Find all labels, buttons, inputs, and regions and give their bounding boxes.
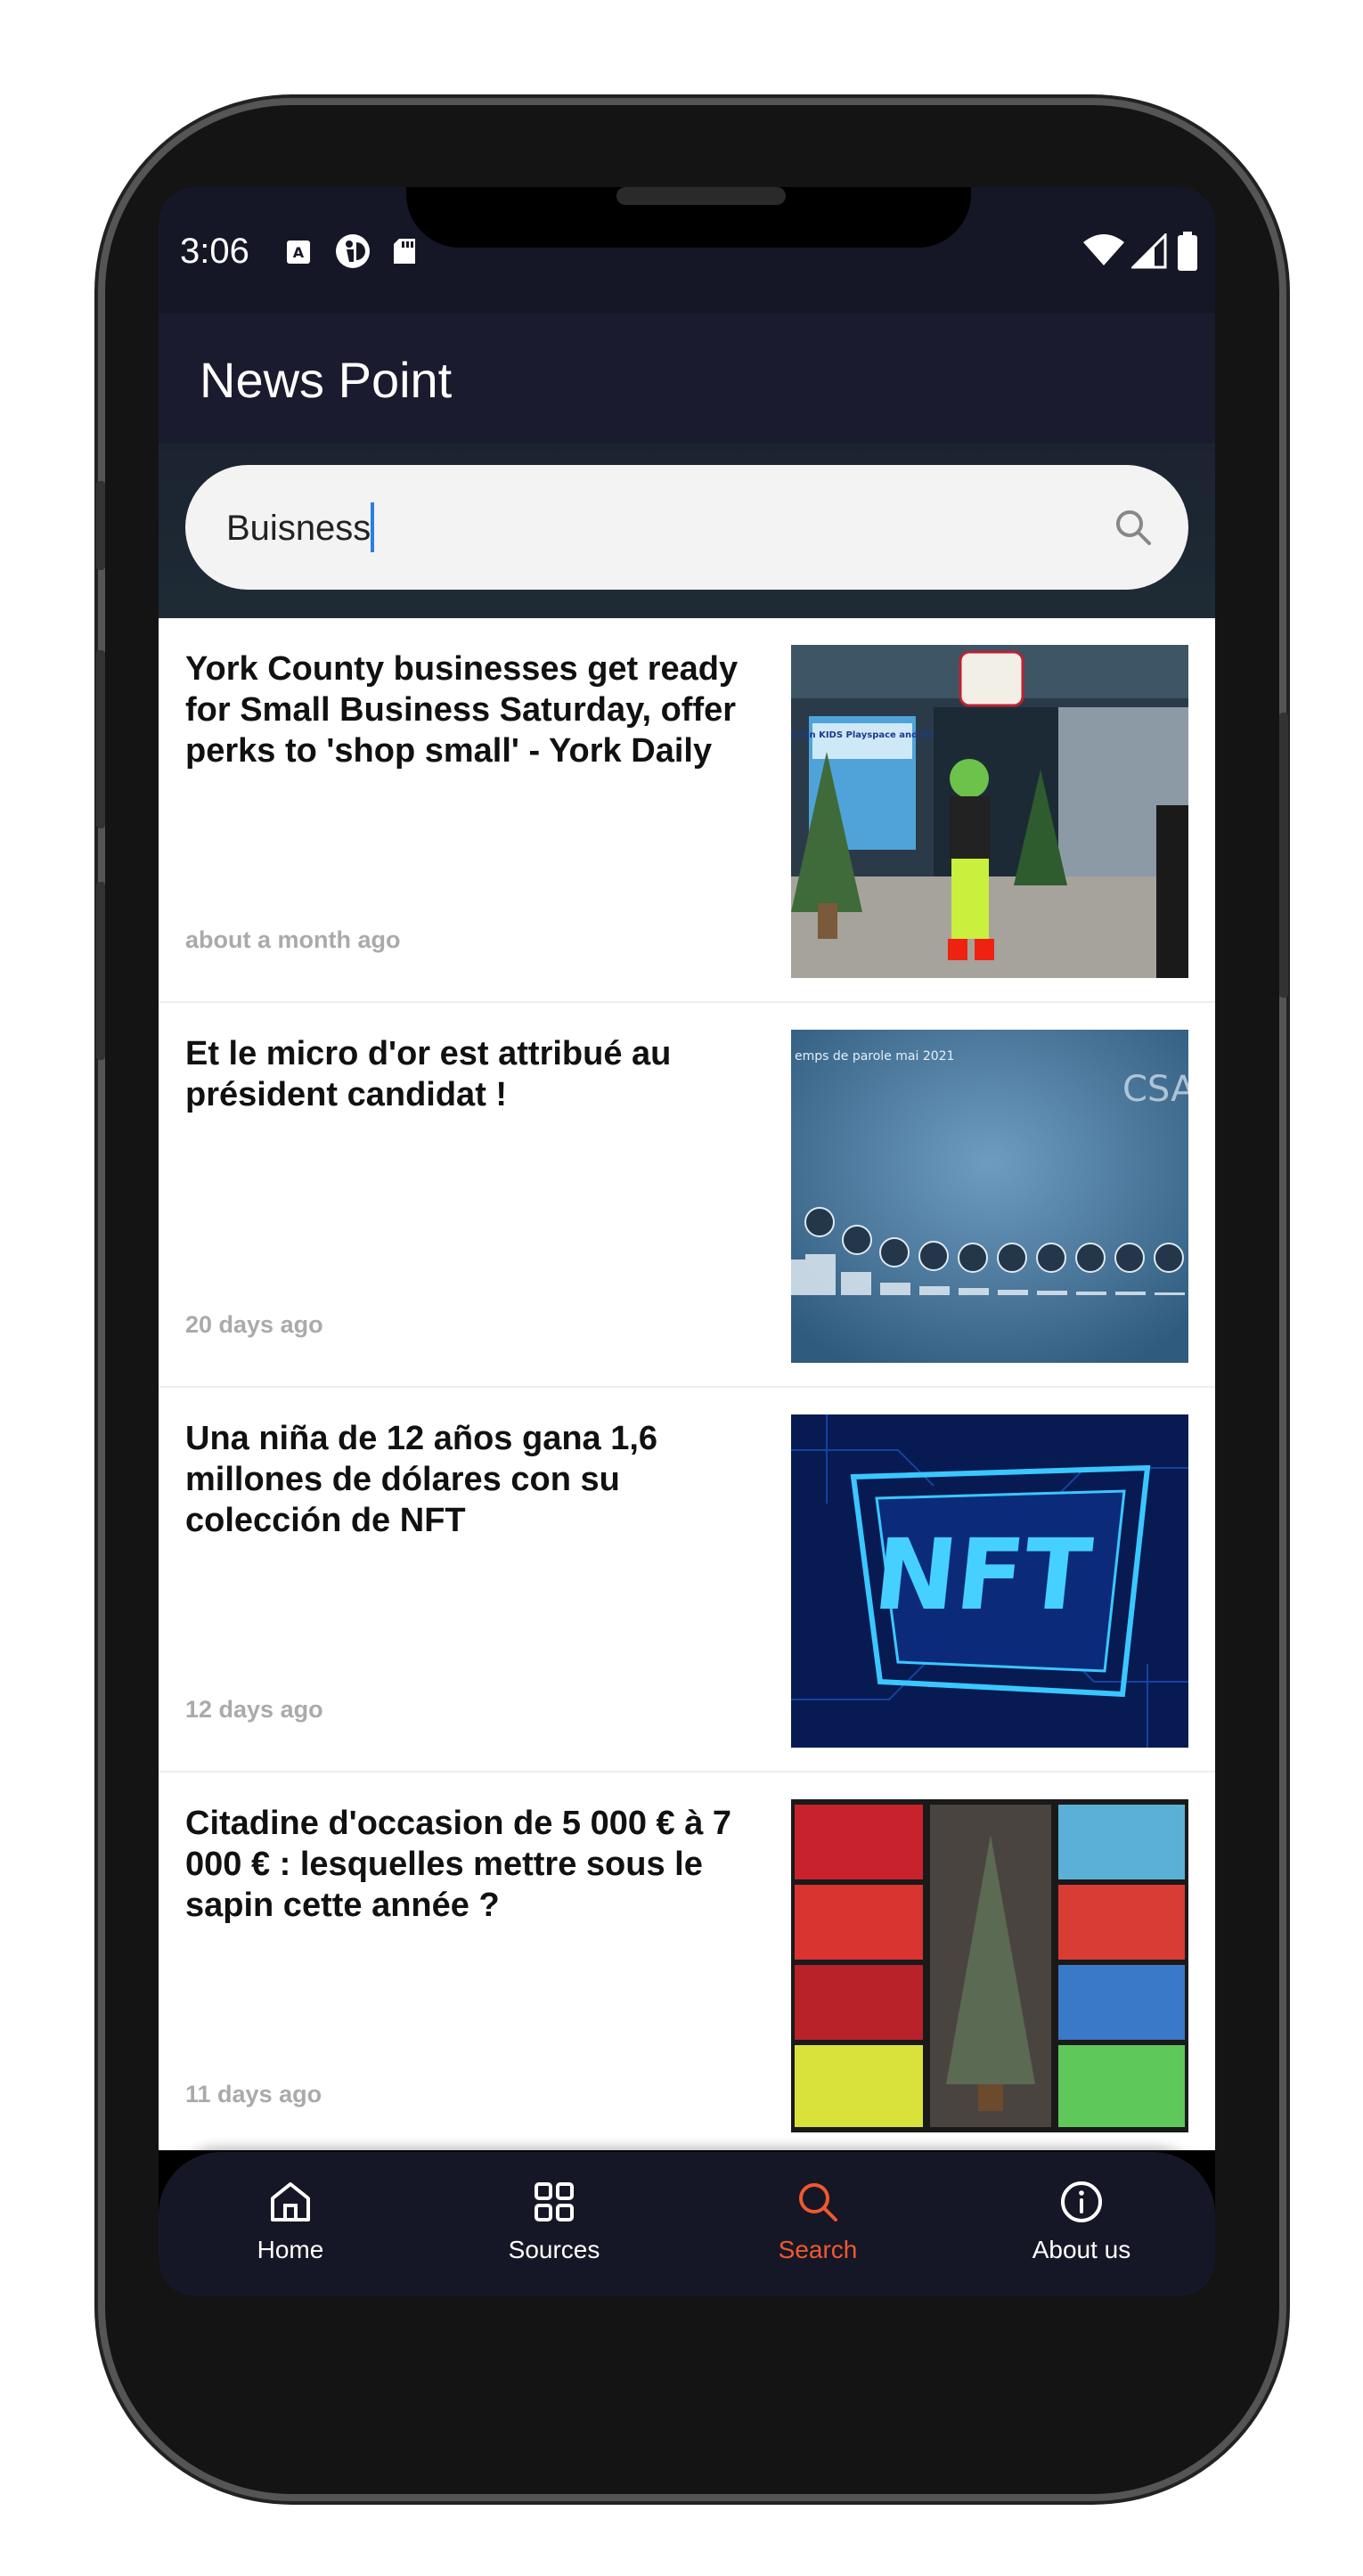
status-time: 3:06	[180, 232, 249, 271]
volume-up-button	[96, 650, 105, 828]
speaker	[616, 187, 786, 205]
article-card[interactable]: York County businesses get ready for Sma…	[159, 618, 1215, 1003]
article-thumbnail: emps de parole mai 2021 CSA	[791, 1030, 1188, 1363]
nft-text: NFT	[869, 1519, 1097, 1633]
mute-switch	[96, 481, 105, 570]
article-headline: Una niña de 12 años gana 1,6 millones de…	[185, 1420, 658, 1539]
volume-down-button	[96, 882, 105, 1060]
nav-about-us[interactable]: About us	[992, 2179, 1171, 2264]
app-title: News Point	[200, 352, 453, 408]
bottom-navigation: Home Sources Search About us	[159, 2152, 1215, 2296]
nav-search[interactable]: Search	[729, 2179, 907, 2264]
info-icon	[1061, 2181, 1102, 2222]
search-input[interactable]	[224, 492, 1030, 565]
wifi-icon	[1083, 234, 1124, 265]
article-headline: York County businesses get ready for Sma…	[185, 650, 739, 770]
article-card[interactable]: Una niña de 12 años gana 1,6 millones de…	[159, 1388, 1215, 1773]
grid-icon	[535, 2182, 574, 2221]
csa-logo: CSA	[1122, 1069, 1188, 1110]
signal-icon	[1131, 233, 1167, 269]
search-section	[159, 444, 1215, 618]
sd-card-icon	[394, 239, 415, 264]
nav-sources-label: Sources	[508, 2236, 600, 2263]
article-headline: Citadine d'occasion de 5 000 € à 7 000 €…	[185, 1805, 732, 1924]
article-card[interactable]: Citadine d'occasion de 5 000 € à 7 000 €…	[159, 1773, 1215, 2156]
keyboard-icon: A	[287, 240, 310, 264]
article-time: about a month ago	[185, 926, 401, 953]
nav-sources[interactable]: Sources	[465, 2179, 643, 2264]
search-icon[interactable]	[1112, 506, 1155, 549]
csa-caption: emps de parole mai 2021	[795, 1049, 954, 1064]
nav-about-us-label: About us	[1032, 2236, 1131, 2263]
app-bar: News Point	[159, 314, 1215, 444]
article-headline: Et le micro d'or est attribué au préside…	[185, 1035, 672, 1113]
article-thumbnail: NFT	[791, 1414, 1188, 1748]
nav-home-label: Home	[257, 2236, 324, 2263]
search-bar[interactable]	[185, 465, 1188, 590]
article-thumbnail: A Hands-On KIDS Playspace and Toy Store	[791, 645, 1188, 978]
camera-notch	[406, 187, 971, 248]
search-icon	[799, 2183, 837, 2221]
power-button	[1279, 713, 1288, 998]
accessibility-icon	[336, 234, 370, 268]
home-icon	[271, 2182, 310, 2221]
article-list: York County businesses get ready for Sma…	[159, 618, 1215, 2150]
article-card[interactable]: Et le micro d'or est attribué au préside…	[159, 1003, 1215, 1388]
battery-icon	[1178, 232, 1197, 271]
svg-text:A: A	[293, 244, 305, 261]
article-thumbnail	[791, 1799, 1188, 2132]
nav-search-label: Search	[778, 2236, 858, 2263]
article-time: 12 days ago	[185, 1696, 323, 1723]
article-time: 11 days ago	[185, 2081, 322, 2107]
screen: 3:06 A News Point Buisness York County b…	[159, 187, 1215, 2296]
article-time: 20 days ago	[185, 1311, 323, 1338]
nav-home[interactable]: Home	[201, 2179, 380, 2264]
text-cursor	[371, 502, 374, 552]
